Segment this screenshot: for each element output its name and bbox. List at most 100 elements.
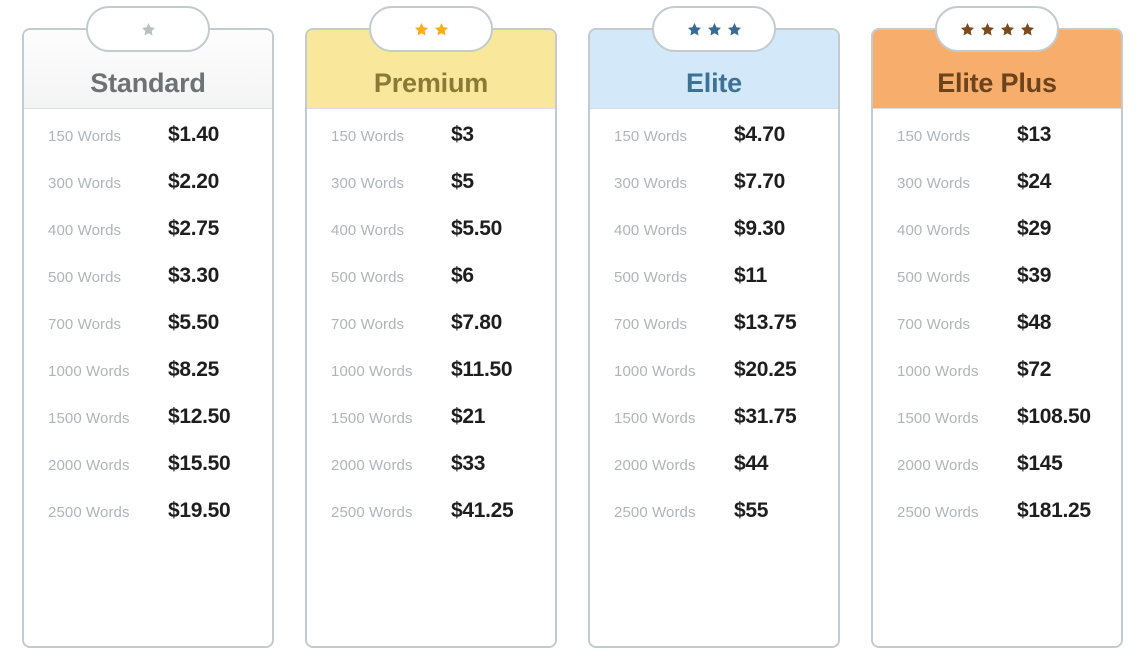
word-count-label: 2000 Words [331,457,413,474]
price-row[interactable]: 700 Words $48 [873,311,1121,358]
price-row[interactable]: 150 Words $4.70 [590,123,838,170]
word-count-label: 1000 Words [48,363,130,380]
price-value: $4.70 [734,123,786,146]
price-row[interactable]: 2500 Words $55 [590,499,838,546]
price-row[interactable]: 400 Words $2.75 [24,217,272,264]
price-row[interactable]: 1500 Words $108.50 [873,405,1121,452]
star-icon [141,22,155,35]
price-row[interactable]: 150 Words $1.40 [24,123,272,170]
word-count-label: 150 Words [614,128,688,145]
star-icon [687,22,701,35]
price-row[interactable]: 1500 Words $31.75 [590,405,838,452]
price-row[interactable]: 1500 Words $12.50 [24,405,272,452]
word-count-label: 1500 Words [897,410,979,427]
word-count-label: 400 Words [614,222,688,239]
price-row[interactable]: 700 Words $7.80 [307,311,555,358]
elite-plus-badge [935,6,1059,52]
price-row[interactable]: 500 Words $39 [873,264,1121,311]
elite-badge [652,6,776,52]
star-icon [960,22,974,35]
price-value: $7.80 [451,311,503,334]
price-row[interactable]: 2500 Words $19.50 [24,499,272,546]
word-count-label: 2000 Words [897,457,979,474]
price-value: $3.30 [168,264,220,287]
word-count-label: 300 Words [614,175,688,192]
price-row[interactable]: 1000 Words $11.50 [307,358,555,405]
word-count-label: 300 Words [897,175,971,192]
plan-price-list: 150 Words $1.40 300 Words $2.20 400 Words $2.… [24,109,272,546]
word-count-label: 2500 Words [614,504,696,521]
price-row[interactable]: 500 Words $11 [590,264,838,311]
price-row[interactable]: 1000 Words $20.25 [590,358,838,405]
price-value: $19.50 [168,499,231,522]
price-row[interactable]: 300 Words $7.70 [590,170,838,217]
price-row[interactable]: 1000 Words $8.25 [24,358,272,405]
word-count-label: 400 Words [48,222,122,239]
price-row[interactable]: 300 Words $5 [307,170,555,217]
price-value: $24 [1017,170,1052,193]
price-value: $5 [451,170,474,193]
price-value: $5.50 [168,311,220,334]
price-row[interactable]: 700 Words $13.75 [590,311,838,358]
price-value: $21 [451,405,486,428]
star-icon [414,22,428,35]
word-count-label: 1500 Words [614,410,696,427]
word-count-label: 2000 Words [48,457,130,474]
price-value: $9.30 [734,217,786,240]
price-row[interactable]: 2500 Words $41.25 [307,499,555,546]
pricing-table: Standard 150 Words $1.40 300 Words $2.20 400 … [0,0,1145,648]
price-row[interactable]: 300 Words $2.20 [24,170,272,217]
word-count-label: 150 Words [48,128,122,145]
word-count-label: 300 Words [331,175,405,192]
star-icon [1020,22,1034,35]
price-row[interactable]: 1500 Words $21 [307,405,555,452]
word-count-label: 500 Words [897,269,971,286]
price-value: $11.50 [451,358,513,381]
word-count-label: 300 Words [48,175,122,192]
price-value: $181.25 [1017,499,1091,522]
price-row[interactable]: 150 Words $3 [307,123,555,170]
price-value: $12.50 [168,405,231,428]
price-row[interactable]: 400 Words $29 [873,217,1121,264]
price-value: $55 [734,499,769,522]
word-count-label: 2000 Words [614,457,696,474]
price-row[interactable]: 300 Words $24 [873,170,1121,217]
word-count-label: 400 Words [331,222,405,239]
price-row[interactable]: 2000 Words $145 [873,452,1121,499]
price-row[interactable]: 2000 Words $44 [590,452,838,499]
price-row[interactable]: 150 Words $13 [873,123,1121,170]
price-row[interactable]: 500 Words $3.30 [24,264,272,311]
price-value: $20.25 [734,358,797,381]
premium-badge [369,6,493,52]
plan-title: Elite Plus [937,68,1057,99]
word-count-label: 500 Words [48,269,122,286]
plan-card-elite[interactable]: Elite 150 Words $4.70 300 Words $7.70 400 Wor… [588,6,840,648]
word-count-label: 500 Words [614,269,688,286]
price-value: $8.25 [168,358,220,381]
word-count-label: 400 Words [897,222,971,239]
price-value: $13 [1017,123,1052,146]
price-row[interactable]: 400 Words $5.50 [307,217,555,264]
price-value: $7.70 [734,170,786,193]
price-row[interactable]: 2000 Words $33 [307,452,555,499]
plan-card-standard[interactable]: Standard 150 Words $1.40 300 Words $2.20 400 … [22,6,274,648]
price-row[interactable]: 700 Words $5.50 [24,311,272,358]
price-row[interactable]: 1000 Words $72 [873,358,1121,405]
word-count-label: 700 Words [48,316,122,333]
word-count-label: 2500 Words [897,504,979,521]
word-count-label: 700 Words [331,316,405,333]
word-count-label: 1000 Words [331,363,413,380]
price-row[interactable]: 2500 Words $181.25 [873,499,1121,546]
price-value: $5.50 [451,217,503,240]
price-row[interactable]: 500 Words $6 [307,264,555,311]
word-count-label: 1500 Words [331,410,413,427]
price-value: $11 [734,264,767,287]
price-row[interactable]: 2000 Words $15.50 [24,452,272,499]
plan-card-eliteplus[interactable]: Elite Plus 150 Words $13 300 Words $24 400 Wo… [871,6,1123,648]
price-value: $6 [451,264,474,287]
price-value: $1.40 [168,123,220,146]
star-icon [434,22,448,35]
star-icon [1000,22,1014,35]
price-row[interactable]: 400 Words $9.30 [590,217,838,264]
plan-card-premium[interactable]: Premium 150 Words $3 300 Words $5 400 Words $5… [305,6,557,648]
